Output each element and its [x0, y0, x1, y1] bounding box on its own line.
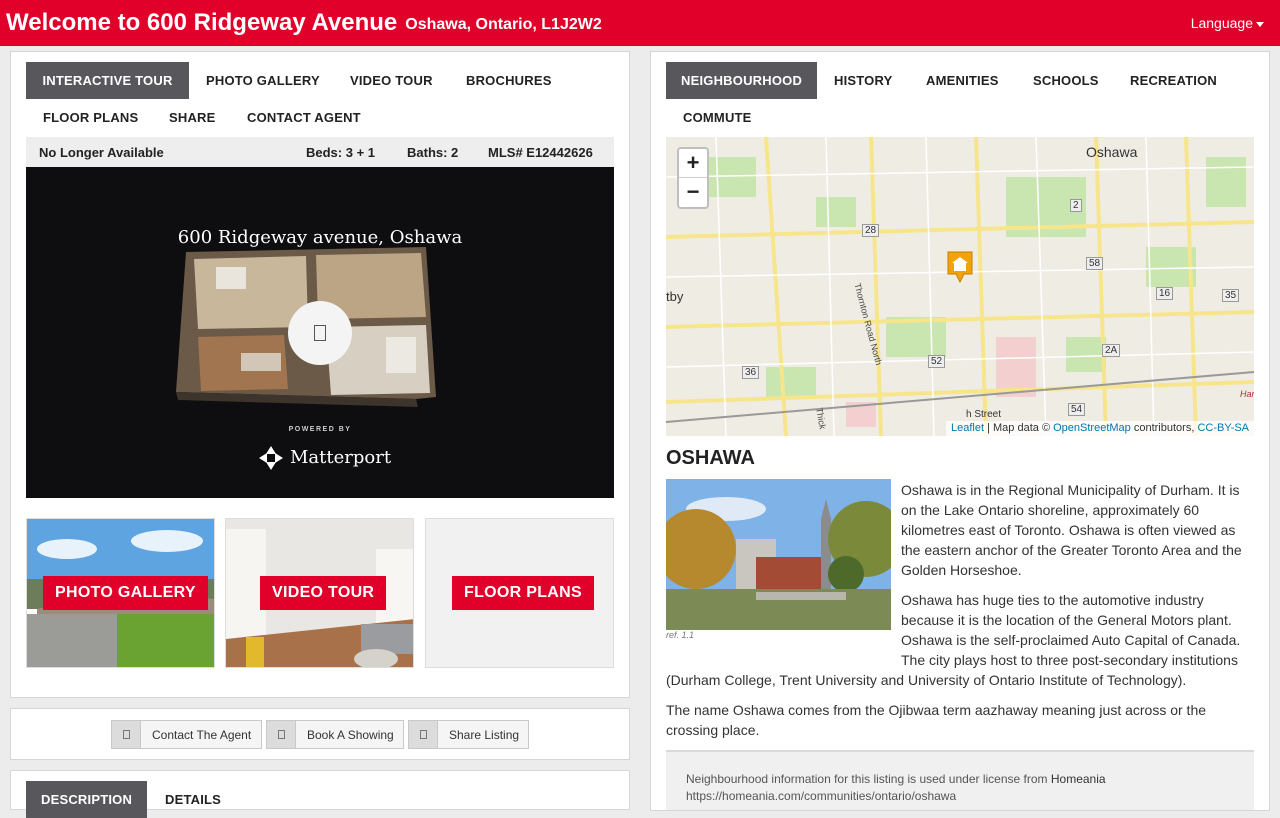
matterport-logo-icon: [259, 446, 283, 470]
contact-agent-button[interactable]: Contact The Agent: [111, 720, 262, 749]
language-label: Language: [1190, 15, 1253, 31]
highway-shield: 2: [1070, 199, 1082, 212]
highway-shield: 2A: [1102, 344, 1121, 357]
license-link[interactable]: CC-BY-SA: [1197, 422, 1249, 434]
leaflet-link[interactable]: Leaflet: [951, 422, 984, 434]
map-zoom-control: + −: [677, 147, 709, 209]
city-heading: OSHAWA: [666, 447, 755, 469]
neighbourhood-map[interactable]: Oshawa tby Thornton Road North h Street …: [666, 137, 1254, 436]
neighbourhood-paragraph-2: Oshawa has huge ties to the automotive i…: [666, 590, 1250, 690]
tab-photo-gallery[interactable]: PHOTO GALLERY: [191, 62, 335, 99]
highway-shield: 58: [1086, 257, 1104, 270]
license-url-link[interactable]: https://homeania.com/communities/ontario…: [686, 789, 956, 803]
osm-link[interactable]: OpenStreetMap: [1053, 422, 1131, 434]
zoom-out-button[interactable]: −: [679, 178, 707, 207]
tab-amenities[interactable]: AMENITIES: [911, 62, 1014, 99]
neighbourhood-paragraph-1: Oshawa is in the Regional Municipality o…: [901, 482, 1242, 578]
tab-neighbourhood[interactable]: NEIGHBOURHOOD: [666, 62, 818, 99]
highway-shield: 28: [862, 224, 880, 237]
tab-history[interactable]: HISTORY: [819, 62, 907, 99]
photo-gallery-thumb[interactable]: PHOTO GALLERY: [26, 518, 215, 668]
header-bar: Welcome to 600 Ridgeway Avenue Oshawa, O…: [0, 0, 1280, 46]
tab-brochures[interactable]: BROCHURES: [451, 62, 567, 99]
language-dropdown[interactable]: Language: [1191, 15, 1264, 31]
zoom-in-button[interactable]: +: [679, 149, 707, 178]
page-title: Welcome to 600 Ridgeway Avenue: [6, 9, 398, 36]
tab-contact-agent[interactable]: CONTACT AGENT: [232, 99, 376, 136]
floor-plans-button[interactable]: FLOOR PLANS: [452, 576, 594, 610]
license-text: Neighbourhood information for this listi…: [686, 772, 1048, 786]
share-listing-label: Share Listing: [449, 728, 520, 742]
play-icon: [314, 325, 326, 341]
page-subtitle: Oshawa, Ontario, L1J2W2: [405, 16, 602, 33]
tab-share[interactable]: SHARE: [154, 99, 231, 136]
highway-shield: 35: [1222, 289, 1240, 302]
map-label-west: tby: [666, 289, 684, 304]
floor-plans-thumb[interactable]: FLOOR PLANS: [425, 518, 614, 668]
map-label-street: h Street: [966, 409, 1002, 420]
mls-number: MLS# E12442626: [488, 145, 593, 160]
play-button[interactable]: [288, 301, 352, 365]
map-label-city: Oshawa: [1086, 144, 1138, 160]
map-label-harm: Har: [1240, 389, 1254, 399]
highway-shield: 16: [1156, 287, 1174, 300]
chevron-down-icon: [1256, 21, 1264, 27]
neighbourhood-paragraph-3: The name Oshawa comes from the Ojibwaa t…: [666, 702, 1207, 738]
matterport-tour-viewer[interactable]: 600 Ridgeway avenue, Oshawa POWERED BY M…: [26, 167, 614, 498]
tab-commute[interactable]: COMMUTE: [668, 99, 767, 136]
highway-shield: 52: [928, 355, 946, 368]
highway-shield: 36: [742, 366, 760, 379]
matterport-brand: Matterport: [290, 447, 392, 468]
share-listing-button[interactable]: Share Listing: [408, 720, 529, 749]
house-marker-icon[interactable]: [946, 250, 974, 284]
tour-title: 600 Ridgeway avenue, Oshawa: [177, 227, 463, 248]
contact-agent-label: Contact The Agent: [152, 728, 252, 742]
calendar-icon: [267, 721, 296, 748]
tab-interactive-tour[interactable]: INTERACTIVE TOUR: [26, 62, 189, 99]
tab-floor-plans[interactable]: FLOOR PLANS: [28, 99, 153, 136]
contributors-label: contributors,: [1133, 422, 1195, 434]
tab-video-tour[interactable]: VIDEO TOUR: [335, 62, 448, 99]
availability-status: No Longer Available: [39, 145, 164, 160]
baths-count: Baths: 2: [407, 145, 459, 160]
powered-by-label: POWERED BY: [288, 426, 352, 433]
share-icon: [409, 721, 438, 748]
license-source-link[interactable]: Homeania: [1051, 772, 1106, 786]
photo-gallery-button[interactable]: PHOTO GALLERY: [43, 576, 208, 610]
tab-schools[interactable]: SCHOOLS: [1018, 62, 1114, 99]
license-box: Neighbourhood information for this listi…: [666, 750, 1254, 810]
envelope-icon: [112, 721, 141, 748]
beds-count: Beds: 3 + 1: [306, 145, 376, 160]
tab-recreation[interactable]: RECREATION: [1115, 62, 1232, 99]
map-attribution: Leaflet | Map data © OpenStreetMap contr…: [946, 421, 1254, 436]
video-tour-button[interactable]: VIDEO TOUR: [260, 576, 387, 610]
map-data-label: | Map data ©: [987, 422, 1051, 434]
listing-status-bar: No Longer Available Beds: 3 + 1 Baths: 2…: [26, 137, 614, 167]
highway-shield: 54: [1068, 403, 1086, 416]
video-tour-thumb[interactable]: VIDEO TOUR: [225, 518, 414, 668]
book-showing-label: Book A Showing: [307, 728, 394, 742]
book-showing-button[interactable]: Book A Showing: [266, 720, 404, 749]
